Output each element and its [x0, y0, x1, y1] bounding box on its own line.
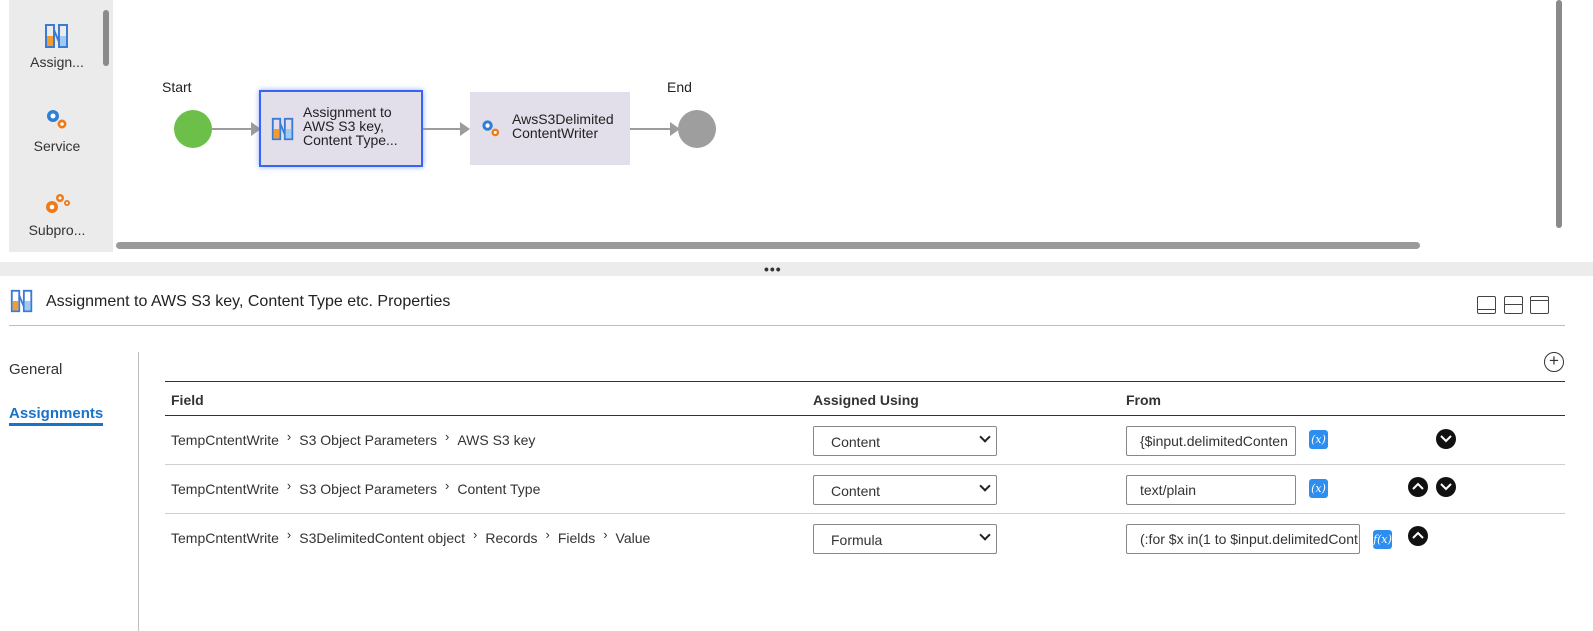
palette-item-service[interactable]: Service: [9, 106, 105, 154]
field-path: TempCntentWrite › S3 Object Parameters › AWS…: [171, 429, 536, 448]
step-label-line: Content Type...: [303, 132, 398, 148]
vertical-scrollbar[interactable]: [1556, 0, 1562, 228]
properties-title: Assignment to AWS S3 key, Content Type e…: [46, 293, 451, 310]
table-row: TempCntentWrite › S3 Object Parameters › AWS…: [165, 416, 1565, 465]
step-palette: Assign... Service Subpro...: [9, 0, 113, 252]
table-row: TempCntentWrite › S3DelimitedContent objec…: [165, 514, 1565, 563]
assigned-using-value: Formula: [831, 532, 883, 548]
panel-resize-handle[interactable]: [0, 262, 1593, 276]
chevron-up-icon: [1412, 531, 1424, 539]
field-path-segment: Fields: [557, 530, 596, 546]
step-label-line: AwsS3Delimited: [512, 111, 614, 127]
chevron-right-icon: ›: [286, 478, 292, 493]
service-gears-icon: [482, 120, 500, 137]
field-path-segment: Content Type: [457, 481, 541, 497]
column-header-from: From: [1126, 392, 1161, 408]
chevron-up-icon: [1412, 482, 1424, 490]
palette-item-subprocess[interactable]: Subpro...: [9, 190, 105, 238]
palette-item-label: Service: [33, 138, 81, 154]
from-value-input[interactable]: text/plain: [1126, 475, 1296, 505]
step-label-line: AWS S3 key,: [303, 118, 384, 134]
palette-scrollbar[interactable]: [103, 10, 109, 66]
step-label-line: Assignment to: [303, 104, 392, 120]
connector-line: [630, 128, 671, 130]
chevron-right-icon: ›: [286, 429, 292, 444]
resize-dots-icon[interactable]: •••: [764, 262, 782, 276]
nav-general[interactable]: General: [9, 361, 62, 378]
move-down-button[interactable]: [1436, 429, 1456, 449]
formula-editor-button[interactable]: f(x): [1373, 530, 1392, 549]
step-label-line: ContentWriter: [512, 125, 599, 141]
connector-line: [212, 128, 252, 130]
move-up-button[interactable]: [1408, 526, 1428, 546]
palette-item-label: Assign...: [30, 54, 84, 70]
end-label: End: [667, 79, 692, 95]
chevron-down-icon: [979, 529, 991, 541]
chevron-down-icon: [1440, 483, 1452, 491]
move-down-button[interactable]: [1436, 477, 1456, 497]
step-assignment[interactable]: Assignment to AWS S3 key, Content Type..…: [259, 90, 423, 167]
assignment-icon: [45, 24, 68, 48]
subprocess-gears-icon: [46, 194, 70, 213]
field-path-segment: TempCntentWrite: [171, 432, 279, 448]
layout-bottom-icon[interactable]: [1477, 296, 1496, 314]
table-row: TempCntentWrite › S3 Object Parameters › Con…: [165, 465, 1565, 514]
formula-input[interactable]: (:for $x in(1 to $input.delimitedCont: [1126, 524, 1360, 554]
field-path-segment: Value: [615, 530, 651, 546]
column-header-field: Field: [171, 392, 204, 408]
column-header-assigned-using: Assigned Using: [813, 392, 919, 408]
assigned-using-select[interactable]: Formula: [813, 524, 997, 554]
properties-header: Assignment to AWS S3 key, Content Type e…: [9, 282, 1565, 326]
table-header: Field Assigned Using From: [165, 381, 1565, 416]
field-path-segment: AWS S3 key: [457, 432, 536, 448]
process-canvas[interactable]: Assign... Service Subpro... Start Assign…: [0, 0, 1593, 262]
nav-assignments[interactable]: Assignments: [9, 405, 104, 426]
assignment-icon: [271, 117, 294, 141]
layout-split-icon[interactable]: [1504, 296, 1523, 314]
field-path: TempCntentWrite › S3DelimitedContent objec…: [171, 527, 651, 546]
chevron-down-icon: [979, 480, 991, 492]
field-path-segment: TempCntentWrite: [171, 481, 279, 497]
field-path: TempCntentWrite › S3 Object Parameters › Con…: [171, 478, 541, 497]
field-path-segment: S3 Object Parameters: [299, 481, 437, 497]
connector-arrow: [460, 122, 470, 136]
move-up-button[interactable]: [1408, 477, 1428, 497]
start-node[interactable]: [174, 110, 212, 148]
chevron-right-icon: ›: [444, 429, 450, 444]
properties-side-nav: General Assignments: [0, 352, 139, 631]
variable-picker-button[interactable]: (x): [1309, 430, 1328, 449]
layout-top-icon[interactable]: [1530, 296, 1549, 314]
step-service[interactable]: AwsS3Delimited ContentWriter: [470, 92, 630, 165]
field-path-segment: TempCntentWrite: [171, 530, 279, 546]
chevron-down-icon: [1440, 435, 1452, 443]
chevron-right-icon: ›: [444, 478, 450, 493]
chevron-right-icon: ›: [286, 527, 292, 542]
chevron-right-icon: ›: [473, 527, 478, 542]
service-gears-icon: [47, 110, 67, 129]
from-value-input[interactable]: {$input.delimitedConten: [1126, 426, 1296, 456]
horizontal-scrollbar[interactable]: [116, 242, 1420, 249]
connector-line: [423, 128, 461, 130]
assignment-icon: [10, 289, 33, 313]
palette-item-label: Subpro...: [28, 222, 86, 238]
field-path-segment: Records: [485, 530, 538, 546]
assigned-using-value: Content: [831, 483, 881, 499]
palette-item-assignment[interactable]: Assign...: [9, 22, 105, 70]
field-path-segment: S3DelimitedContent object: [299, 530, 466, 546]
chevron-right-icon: ›: [545, 527, 550, 542]
assigned-using-select[interactable]: Content: [813, 426, 997, 456]
end-node[interactable]: [678, 110, 716, 148]
field-path-segment: S3 Object Parameters: [299, 432, 437, 448]
chevron-down-icon: [979, 431, 991, 443]
add-assignment-button[interactable]: +: [1544, 352, 1564, 372]
start-label: Start: [162, 79, 192, 95]
variable-picker-button[interactable]: (x): [1309, 479, 1328, 498]
chevron-right-icon: ›: [603, 527, 608, 542]
assigned-using-value: Content: [831, 434, 881, 450]
assigned-using-select[interactable]: Content: [813, 475, 997, 505]
